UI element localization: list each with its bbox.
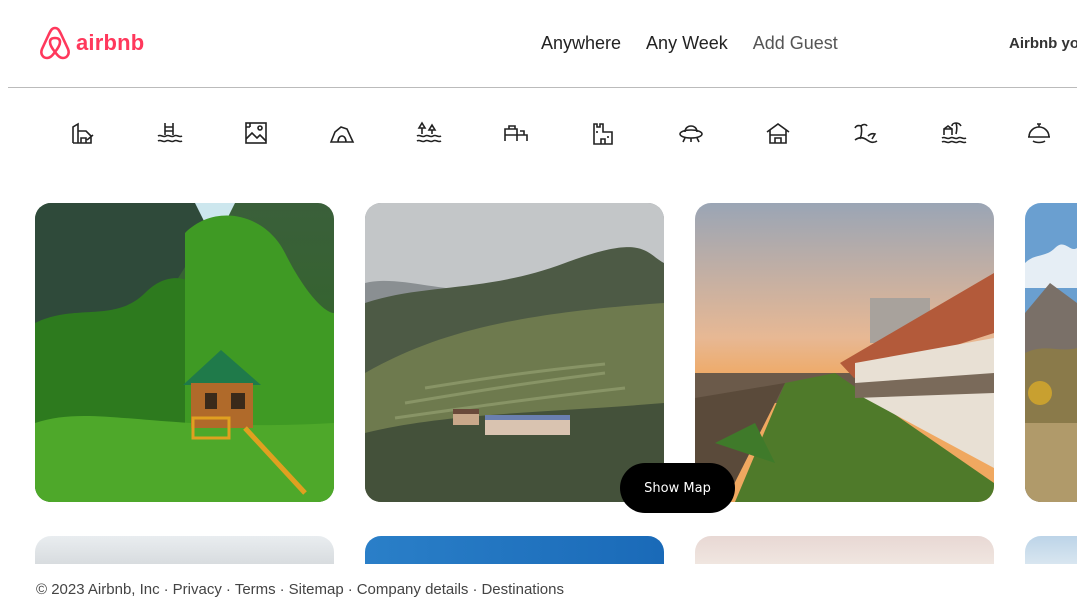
listing-card[interactable] (35, 536, 334, 564)
listing-card[interactable] (695, 203, 994, 502)
search-when[interactable]: Any Week (646, 33, 728, 54)
footer-link-terms[interactable]: Terms (235, 581, 276, 598)
listing-card[interactable] (1025, 203, 1077, 502)
category-bar (0, 118, 1077, 152)
header: airbnb Anywhere Any Week Add Guest Airbn… (0, 0, 1077, 88)
airbnb-logo-icon (40, 26, 70, 60)
cottages-icon[interactable] (763, 118, 793, 148)
search-guests[interactable]: Add Guest (753, 33, 838, 54)
treehouse-forest-image (35, 203, 334, 502)
footer: © 2023 Airbnb, Inc · Privacy · Terms · Sitemap… (0, 564, 1077, 606)
footer-link-privacy[interactable]: Privacy (173, 581, 222, 598)
amazing-views-icon[interactable] (241, 118, 271, 148)
footer-link-company-details[interactable]: Company details (357, 581, 469, 598)
host-link[interactable]: Airbnb yo (1009, 35, 1077, 52)
show-map-button[interactable]: Show Map (620, 463, 735, 513)
search-where[interactable]: Anywhere (541, 33, 621, 54)
sunset-resort-lawn-image (695, 203, 994, 502)
listing-card[interactable] (365, 536, 664, 564)
lakefront-icon[interactable] (413, 118, 443, 148)
search-bar[interactable]: Anywhere Any Week Add Guest (541, 33, 863, 54)
mountain-valley-image (1025, 203, 1077, 502)
listing-card[interactable] (695, 536, 994, 564)
listing-card[interactable] (1025, 536, 1077, 564)
islands-icon[interactable] (938, 118, 968, 148)
caves-icon[interactable] (327, 118, 357, 148)
castles-icon[interactable] (588, 118, 618, 148)
cabins-icon[interactable] (68, 118, 98, 148)
omg-icon[interactable] (676, 118, 706, 148)
tropical-icon[interactable] (851, 118, 881, 148)
airbnb-logo[interactable]: airbnb (38, 25, 144, 61)
footer-link-destinations[interactable]: Destinations (481, 581, 564, 598)
logo-text: airbnb (76, 30, 145, 55)
footer-link-sitemap[interactable]: Sitemap (289, 581, 344, 598)
rooms-icon[interactable] (501, 118, 531, 148)
listing-card[interactable] (365, 203, 664, 502)
header-divider (8, 87, 1077, 88)
beachfront-icon[interactable] (154, 118, 184, 148)
chefs-kitchen-icon[interactable] (1024, 118, 1054, 148)
listing-card[interactable] (35, 203, 334, 502)
misty-hillside-terraces-image (365, 203, 664, 502)
copyright-text: © 2023 Airbnb, Inc (36, 581, 160, 598)
